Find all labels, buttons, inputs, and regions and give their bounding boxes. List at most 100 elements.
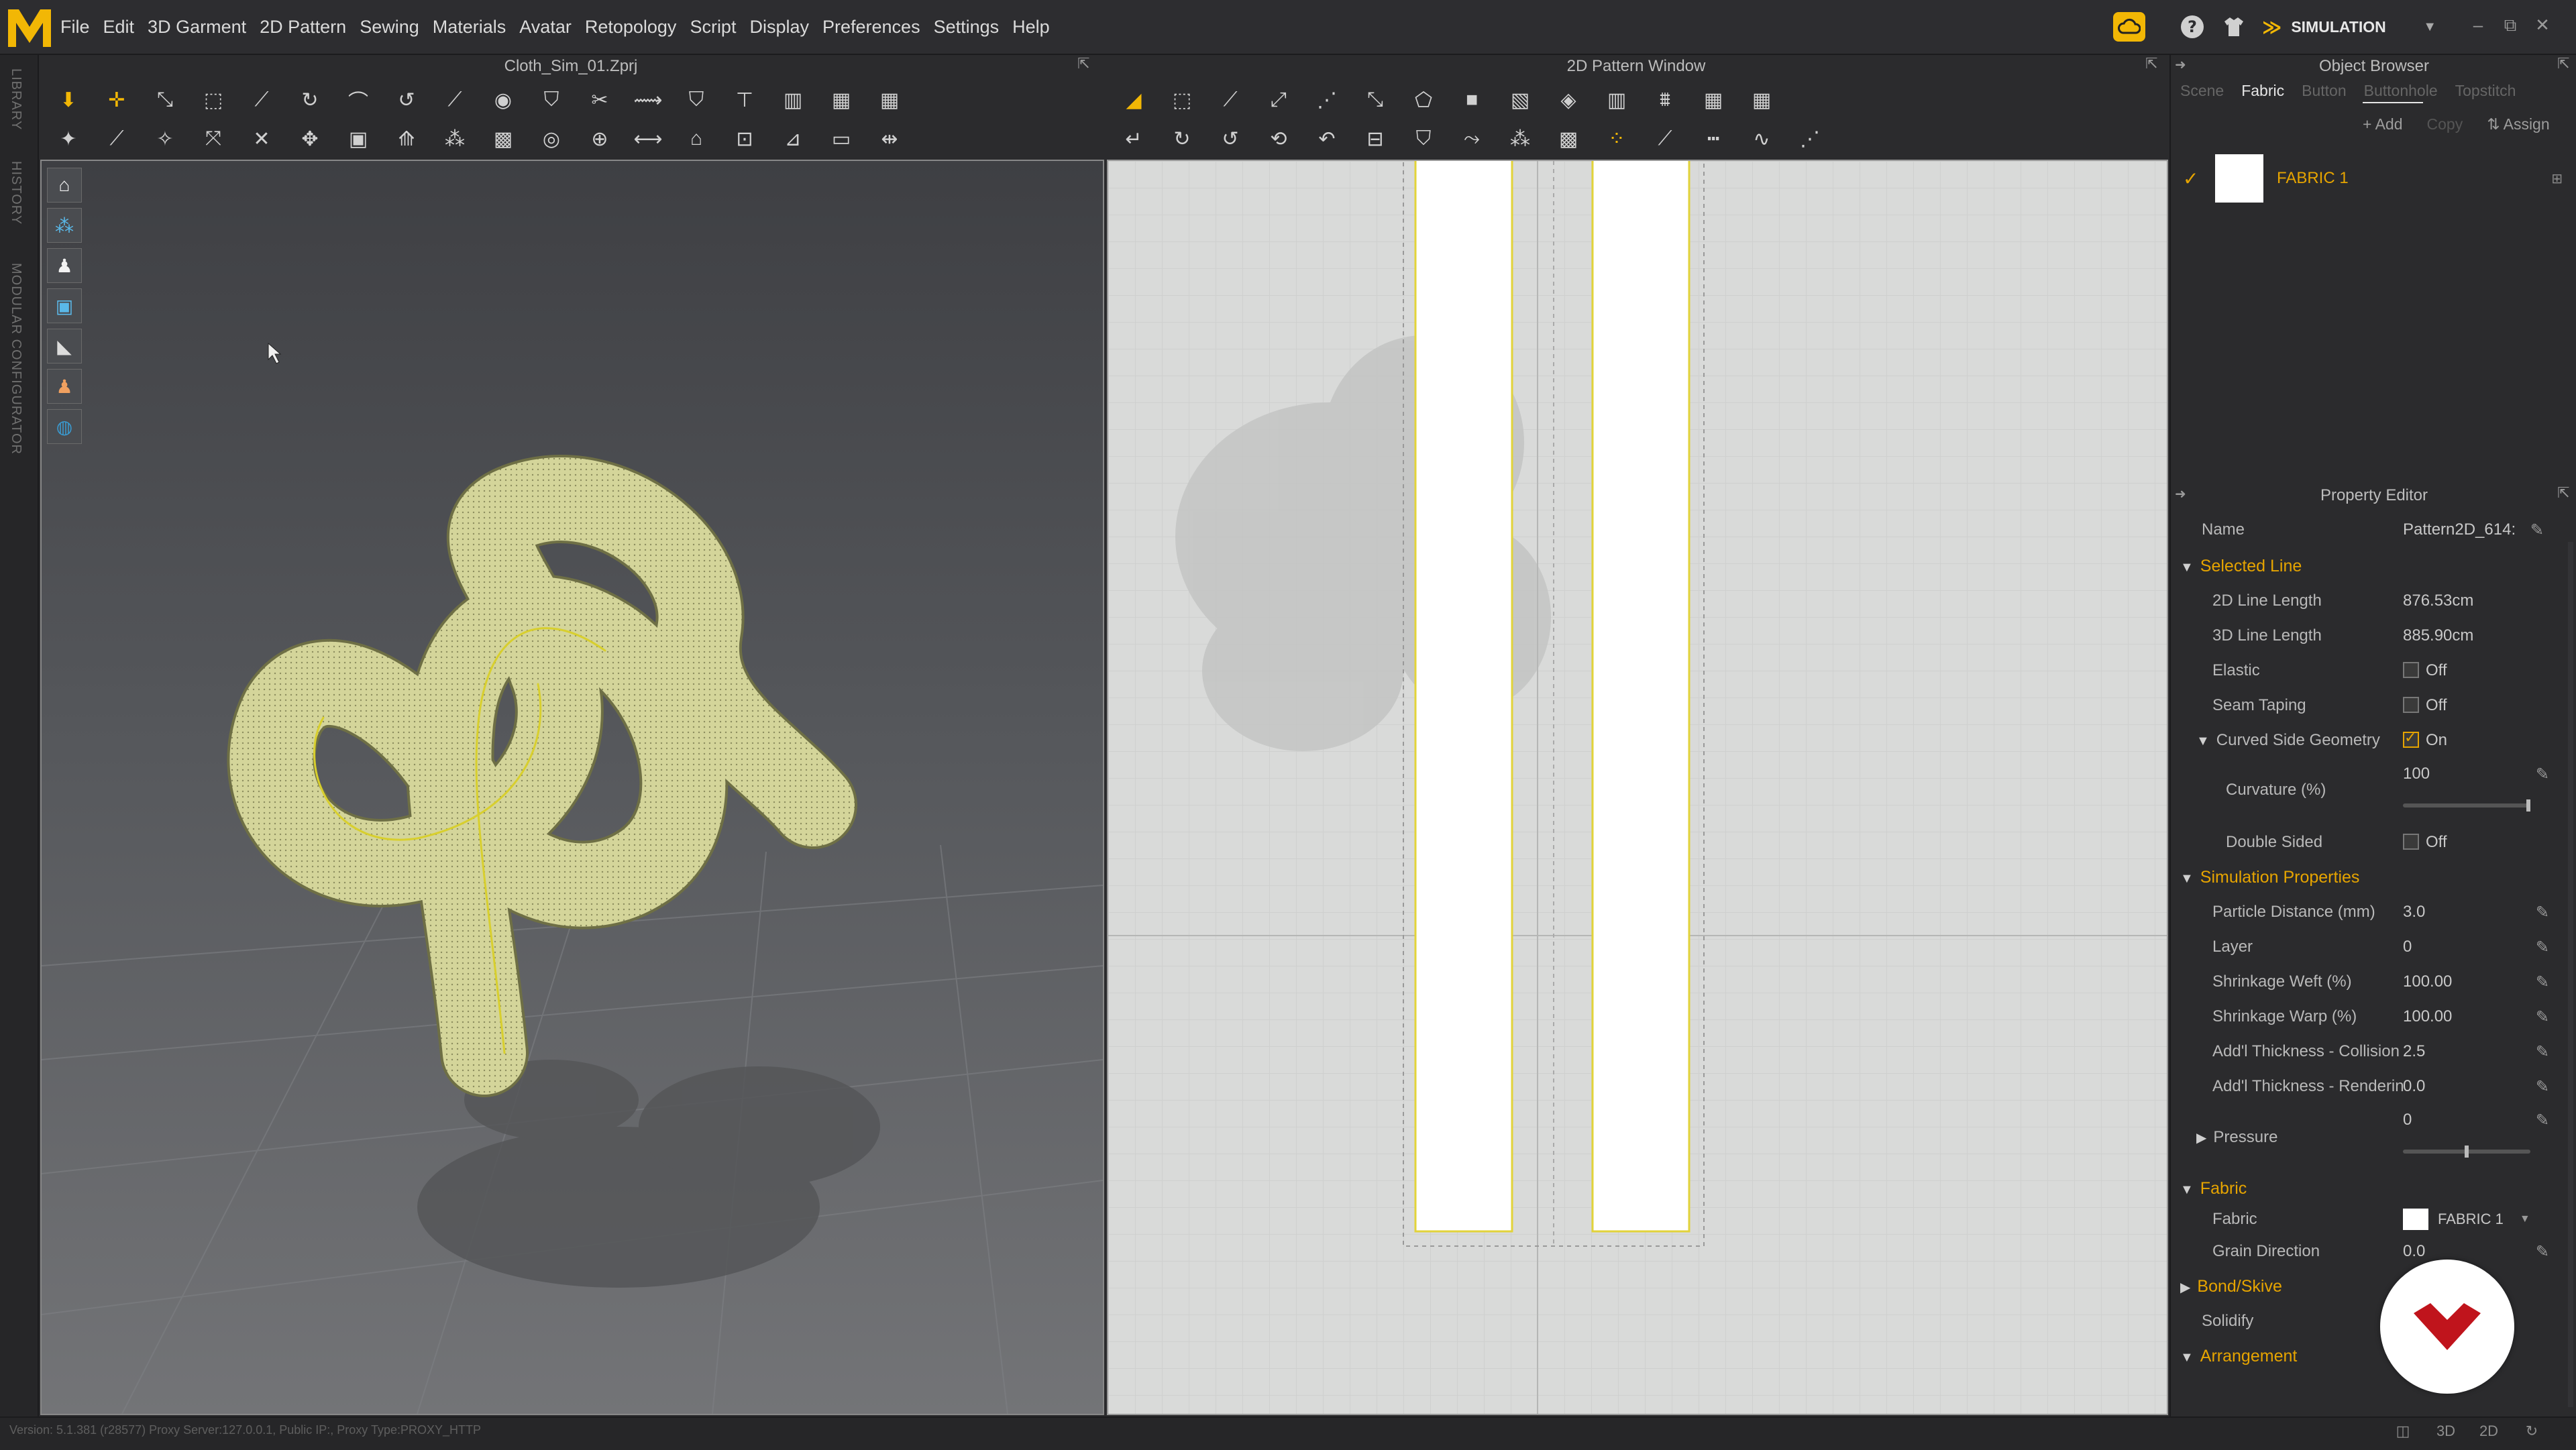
seam-point-icon[interactable]: ⁘: [1599, 122, 1634, 156]
weft-pen-icon[interactable]: ✎: [2536, 972, 2549, 992]
strap-icon[interactable]: ⟰: [389, 122, 424, 156]
menu-script[interactable]: Script: [690, 17, 736, 38]
segment-sew-icon[interactable]: ↵: [1116, 122, 1151, 156]
pattern-icon[interactable]: ⁂: [437, 122, 472, 156]
shrinkage-weft-value[interactable]: 100.00: [2403, 972, 2452, 991]
tag-icon[interactable]: ⌂: [679, 122, 714, 156]
box-icon[interactable]: ▣: [341, 122, 376, 156]
particle-view-icon[interactable]: ⁂: [47, 208, 82, 243]
shade-view-icon[interactable]: ◣: [47, 329, 82, 364]
tab-fabric[interactable]: Fabric: [2241, 82, 2284, 100]
elastic-checkbox[interactable]: Off: [2403, 661, 2447, 680]
rectangle-icon[interactable]: ■: [1454, 83, 1489, 117]
pattern-grid-alt-icon[interactable]: ▦: [1744, 83, 1779, 117]
tab-button[interactable]: Button: [2302, 82, 2347, 100]
lay-flat-icon[interactable]: ⊟: [1358, 122, 1393, 156]
rotate-icon[interactable]: ↻: [292, 83, 327, 117]
pleat-icon[interactable]: ▥: [1599, 83, 1634, 117]
add-point-icon[interactable]: ⋰: [1309, 83, 1344, 117]
checker-2d-icon[interactable]: ▩: [1551, 122, 1586, 156]
curvature-pen-icon[interactable]: ✎: [2536, 765, 2549, 784]
tab-buttonhole[interactable]: Buttonhole: [2364, 82, 2438, 100]
pressure-slider[interactable]: [2403, 1146, 2530, 1158]
undock-browser-icon[interactable]: ⇱: [2557, 55, 2569, 72]
sync-view-icon[interactable]: ↻: [2517, 1416, 2546, 1446]
section-fabric[interactable]: ▼ Fabric: [2171, 1171, 2576, 1206]
edit-sew-icon[interactable]: ⟲: [1261, 122, 1296, 156]
menu-file[interactable]: File: [60, 17, 90, 38]
fabric-dropdown[interactable]: FABRIC 1 ▼: [2403, 1209, 2530, 1230]
section-bond-skive[interactable]: ▶ Bond/Skive: [2171, 1269, 2576, 1304]
minimize-icon[interactable]: –: [2462, 15, 2494, 36]
layer-value[interactable]: 0: [2403, 938, 2412, 956]
fabric-item-menu-icon[interactable]: ⊞: [2551, 170, 2563, 187]
fold-icon[interactable]: ⟋: [244, 83, 279, 117]
menu-preferences[interactable]: Preferences: [822, 17, 920, 38]
transform-icon[interactable]: ✛: [99, 83, 134, 117]
garment-shop-icon[interactable]: [2218, 12, 2250, 42]
copy-fabric-button[interactable]: Copy: [2427, 115, 2463, 133]
checker-icon[interactable]: ▩: [486, 122, 521, 156]
curved-side-checkbox[interactable]: On: [2403, 729, 2447, 750]
line-icon[interactable]: ⟋: [1648, 122, 1682, 156]
arrange-icon[interactable]: ↺: [389, 83, 424, 117]
particle-pen-icon[interactable]: ✎: [2536, 903, 2549, 922]
point-icon[interactable]: ⤧: [196, 122, 231, 156]
menu-edit[interactable]: Edit: [103, 17, 135, 38]
simulation-mode-selector[interactable]: ≫ SIMULATION ▼: [2262, 11, 2436, 43]
menu-3d-garment[interactable]: 3D Garment: [148, 17, 246, 38]
close-icon[interactable]: ✕: [2526, 15, 2559, 36]
warp-pen-icon[interactable]: ✎: [2536, 1007, 2549, 1027]
rendering-pen-icon[interactable]: ✎: [2536, 1077, 2549, 1097]
undock-icon[interactable]: ⇱: [1077, 55, 1089, 72]
tab-library[interactable]: LIBRARY: [8, 68, 23, 130]
dotted-line-icon[interactable]: ⋰: [1792, 122, 1827, 156]
transform-pattern-icon[interactable]: ⬚: [1165, 83, 1199, 117]
fold-arrange-icon[interactable]: ⩩: [1648, 83, 1682, 117]
cloud-sync-icon[interactable]: [2113, 12, 2145, 42]
undock-2d-icon[interactable]: ⇱: [2145, 55, 2157, 72]
menu-help[interactable]: Help: [1012, 17, 1050, 38]
pressure-value[interactable]: 0: [2403, 1111, 2412, 1129]
curvature-value[interactable]: 100: [2403, 765, 2430, 783]
section-arrangement[interactable]: ▼ Arrangement: [2171, 1339, 2576, 1374]
fabric-list-item[interactable]: ✓ FABRIC 1 ⊞: [2183, 152, 2572, 205]
polygon-icon[interactable]: ⬠: [1406, 83, 1441, 117]
collision-pen-icon[interactable]: ✎: [2536, 1042, 2549, 1062]
dart-icon[interactable]: ◈: [1551, 83, 1586, 117]
help-icon[interactable]: ?: [2176, 12, 2208, 42]
pattern-piece-left[interactable]: [1414, 161, 1513, 1233]
section-simulation-properties[interactable]: ▼ Simulation Properties: [2171, 860, 2576, 895]
xform-icon[interactable]: ✕: [244, 122, 279, 156]
grid-icon[interactable]: ▦: [824, 83, 859, 117]
property-scrollbar[interactable]: [2568, 542, 2573, 1407]
layer-pen-icon[interactable]: ✎: [2536, 938, 2549, 957]
shirt-icon[interactable]: ⛉: [534, 83, 569, 117]
sew-icon[interactable]: ⟿: [631, 83, 665, 117]
menu-materials[interactable]: Materials: [433, 17, 506, 38]
avatar-skin-icon[interactable]: ♟: [47, 369, 82, 404]
curvature-slider-knob[interactable]: [2526, 799, 2530, 812]
cut-icon[interactable]: ✂: [582, 83, 617, 117]
dashed-line-icon[interactable]: ┅: [1696, 122, 1731, 156]
edit-point-icon[interactable]: ⟋: [1213, 83, 1248, 117]
app-logo-icon[interactable]: [5, 4, 54, 50]
thickness-collision-value[interactable]: 2.5: [2403, 1042, 2425, 1061]
tab-modular-configurator[interactable]: MODULAR CONFIGURATOR: [8, 263, 23, 455]
menu-display[interactable]: Display: [749, 17, 809, 38]
section-selected-line[interactable]: ▼ Selected Line: [2171, 549, 2576, 583]
avatar-pose-icon[interactable]: ✦: [51, 122, 86, 156]
mannequin-icon[interactable]: ✥: [292, 122, 327, 156]
edit-pattern-icon[interactable]: ◢: [1116, 83, 1151, 117]
view-home-icon[interactable]: ⌂: [47, 168, 82, 203]
trace-icon[interactable]: ⤳: [1454, 122, 1489, 156]
particle-distance-value[interactable]: 3.0: [2403, 903, 2425, 922]
edit-curve-icon[interactable]: ⤢: [1261, 83, 1296, 117]
pin-icon[interactable]: ⟋: [437, 83, 472, 117]
measure-icon[interactable]: ⟋: [99, 122, 134, 156]
grain-direction-value[interactable]: 0.0: [2403, 1242, 2425, 1261]
thickness-rendering-value[interactable]: 0.0: [2403, 1077, 2425, 1096]
menu-retopology[interactable]: Retopology: [585, 17, 677, 38]
texture-view-icon[interactable]: ▣: [47, 288, 82, 323]
internal-rect-icon[interactable]: ▧: [1503, 83, 1538, 117]
